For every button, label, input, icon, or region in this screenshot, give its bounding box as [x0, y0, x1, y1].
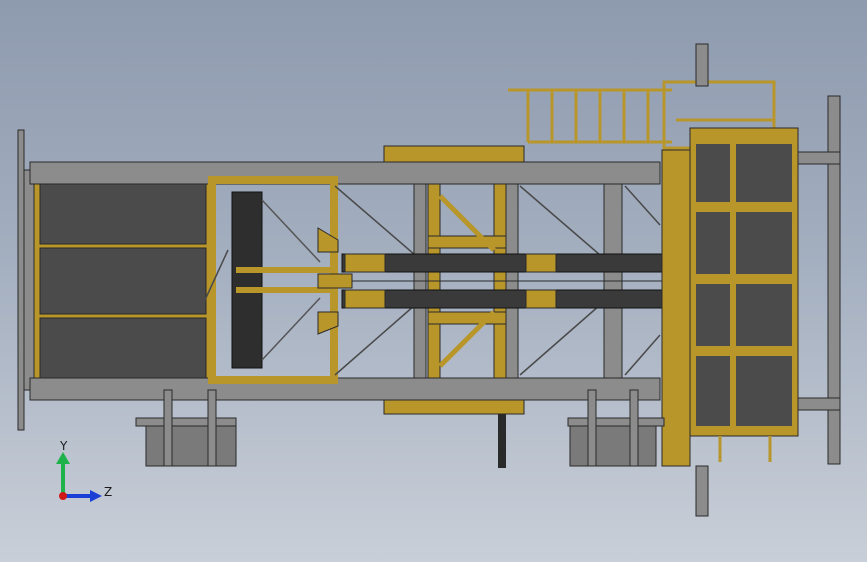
center-carriage — [383, 145, 525, 415]
z-axis-arrowhead — [90, 490, 102, 502]
right-tank-block — [661, 127, 799, 467]
top-post — [695, 43, 709, 87]
hydraulic-cylinders — [317, 253, 665, 309]
origin-marker — [59, 492, 67, 500]
z-axis-label: Z — [104, 485, 112, 499]
coordinate-triad: Y Z — [56, 439, 112, 502]
cad-model-drawing[interactable] — [0, 0, 867, 562]
y-axis-arrowhead — [56, 452, 70, 464]
left-panel-block — [33, 171, 211, 387]
cad-viewport[interactable]: Y Z — [0, 0, 867, 562]
bottom-post — [695, 465, 709, 517]
y-axis-label: Y — [59, 439, 68, 453]
right-end-column — [797, 95, 841, 465]
